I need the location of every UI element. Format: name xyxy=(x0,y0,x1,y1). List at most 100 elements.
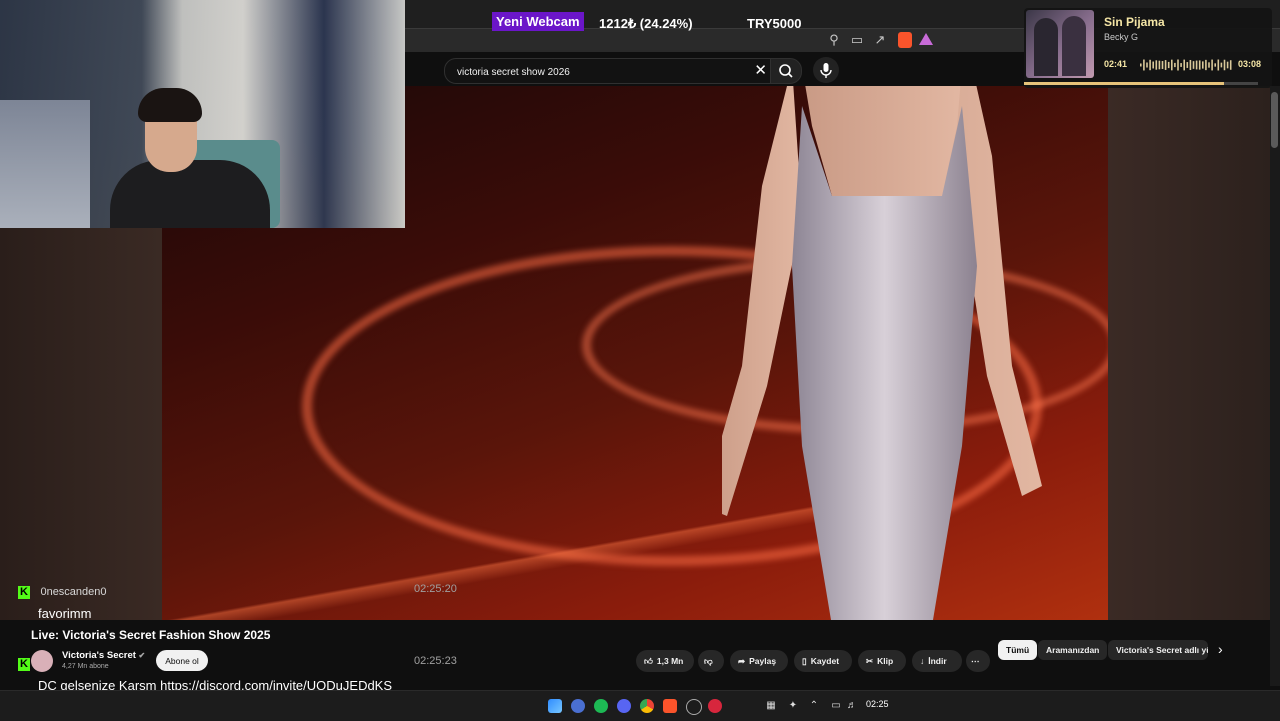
share-icon: ➦ xyxy=(738,655,746,666)
zoom-icon[interactable]: ⚲ xyxy=(826,32,842,48)
brave-rewards-icon[interactable] xyxy=(919,33,933,45)
chat-timestamp-2: 02:25:23 xyxy=(414,655,457,667)
chevron-right-icon[interactable]: › xyxy=(1218,641,1223,657)
save-button[interactable]: ▯ Kaydet xyxy=(794,650,852,672)
streamer-hair xyxy=(138,88,202,122)
track-duration: 03:08 xyxy=(1238,59,1262,69)
waveform-bar xyxy=(1229,60,1232,70)
search-icon xyxy=(779,64,793,78)
bluetooth-icon[interactable]: ✦ xyxy=(786,699,800,713)
bookmark-icon: ▯ xyxy=(802,655,807,666)
taskbar-clock[interactable]: 02:25 xyxy=(866,699,889,709)
caret-up-icon[interactable]: ⌃ xyxy=(807,699,821,713)
waveform-bar xyxy=(1211,59,1213,71)
dislike-button[interactable]: 👎︎ xyxy=(698,650,724,672)
track-title: Sin Pijama xyxy=(1104,15,1165,29)
clear-search-icon[interactable]: ✕ xyxy=(754,62,767,80)
waveform-bar xyxy=(1198,60,1201,70)
subscribe-button[interactable]: Abone ol xyxy=(156,650,208,671)
overlay-alert: Yeni Webcam xyxy=(492,12,584,31)
discord-icon[interactable] xyxy=(617,699,631,713)
chat-message-2: K xyxy=(18,654,30,672)
page-scrollbar[interactable] xyxy=(1270,86,1280,686)
waveform-bar xyxy=(1174,62,1176,68)
waveform-bar xyxy=(1195,60,1198,70)
chip-all[interactable]: Tümü xyxy=(998,640,1038,660)
network-icon[interactable]: ▭ xyxy=(829,699,843,713)
waveform-bar xyxy=(1161,61,1164,69)
chip-from-search[interactable]: Aramanızdan xyxy=(1038,640,1108,660)
chip-channel-uploads[interactable]: Victoria's Secret adlı yük xyxy=(1108,640,1208,660)
waveform-bar xyxy=(1189,59,1192,71)
cast-icon[interactable]: ▭ xyxy=(849,32,865,48)
like-button[interactable]: 👍︎ 1,3 Mn xyxy=(636,650,694,672)
waveform-bar xyxy=(1214,63,1216,67)
save-label: Kaydet xyxy=(810,656,840,666)
like-count: 1,3 Mn xyxy=(656,656,684,666)
windows-start-icon[interactable] xyxy=(548,699,562,713)
waveform-bar xyxy=(1208,62,1210,68)
tray-grid-icon[interactable]: ▦ xyxy=(764,699,778,713)
channel-avatar[interactable] xyxy=(31,650,53,672)
thumbs-up-icon: 👍︎ xyxy=(644,655,653,666)
scissors-icon: ✂ xyxy=(866,655,874,666)
waveform-bar xyxy=(1192,61,1195,69)
more-horizontal-icon: ⋯ xyxy=(971,655,980,666)
spotify-icon[interactable] xyxy=(594,699,608,713)
track-elapsed: 02:41 xyxy=(1104,59,1128,69)
waveform-bar xyxy=(1220,62,1223,68)
search-input[interactable] xyxy=(455,63,749,81)
search-button[interactable] xyxy=(770,58,802,84)
share-page-icon[interactable]: ↗ xyxy=(872,32,888,48)
goal-target: TRY5000 xyxy=(747,16,802,31)
chat-username: 0nescanden0 xyxy=(40,586,107,598)
brave-browser-icon[interactable] xyxy=(663,699,677,713)
waveform-bar xyxy=(1149,59,1151,71)
waveform-bar xyxy=(1140,63,1142,67)
waveform-bar xyxy=(1146,62,1148,68)
waveform-bar xyxy=(1186,62,1189,68)
webcam-feed xyxy=(0,0,405,228)
waveform-bar xyxy=(1164,60,1167,70)
chat-message: K 0nescanden0 xyxy=(18,582,107,600)
brave-shield-icon[interactable] xyxy=(898,32,912,48)
search-box[interactable]: ✕ xyxy=(444,58,778,84)
subscriber-count: 4,27 Mn abone xyxy=(62,663,109,670)
share-label: Paylaş xyxy=(749,656,777,666)
chat-timestamp: 02:25:20 xyxy=(414,583,457,595)
more-actions-button[interactable]: ⋯ xyxy=(966,650,990,672)
goal-progress: 1212₺ (24.24%) xyxy=(599,16,693,31)
waveform-bar xyxy=(1183,59,1185,71)
share-button[interactable]: ➦ Paylaş xyxy=(730,650,788,672)
channel-name[interactable]: Victoria's Secret ✔ xyxy=(62,650,145,661)
video-title: Live: Victoria's Secret Fashion Show 202… xyxy=(31,628,271,642)
windows-taskbar: ▦ ✦ ⌃ ▭ ♬ 02:25 xyxy=(0,690,1280,721)
waveform-bar xyxy=(1205,59,1207,71)
album-art xyxy=(1026,10,1094,78)
obs-icon[interactable] xyxy=(686,699,702,715)
verified-icon: ✔ xyxy=(138,651,146,660)
kick-logo-icon: K xyxy=(18,658,30,671)
voice-search-button[interactable] xyxy=(813,57,839,83)
download-label: İndir xyxy=(928,656,947,666)
app-icon[interactable] xyxy=(708,699,722,713)
bed xyxy=(0,100,90,228)
volume-icon[interactable]: ♬ xyxy=(845,699,859,713)
waveform-bar xyxy=(1223,59,1226,71)
track-progress-bar xyxy=(1024,82,1258,85)
waveform-bar xyxy=(1226,61,1229,69)
waveform-icon xyxy=(1140,59,1232,71)
clip-button[interactable]: ✂ Klip xyxy=(858,650,906,672)
alert-label: Yeni Webcam xyxy=(492,12,584,31)
runway-model-figure xyxy=(722,86,1042,620)
settings-app-icon[interactable] xyxy=(571,699,585,713)
chat-text: favorimm xyxy=(38,606,92,621)
waveform-bar xyxy=(1167,61,1170,69)
streamer-body xyxy=(110,160,270,228)
channel-name-text: Victoria's Secret xyxy=(62,650,136,661)
chrome-icon[interactable] xyxy=(640,699,654,713)
waveform-bar xyxy=(1202,61,1204,69)
download-button[interactable]: ↓ İndir xyxy=(912,650,962,672)
scrollbar-thumb[interactable] xyxy=(1271,92,1278,148)
download-icon: ↓ xyxy=(920,656,925,666)
